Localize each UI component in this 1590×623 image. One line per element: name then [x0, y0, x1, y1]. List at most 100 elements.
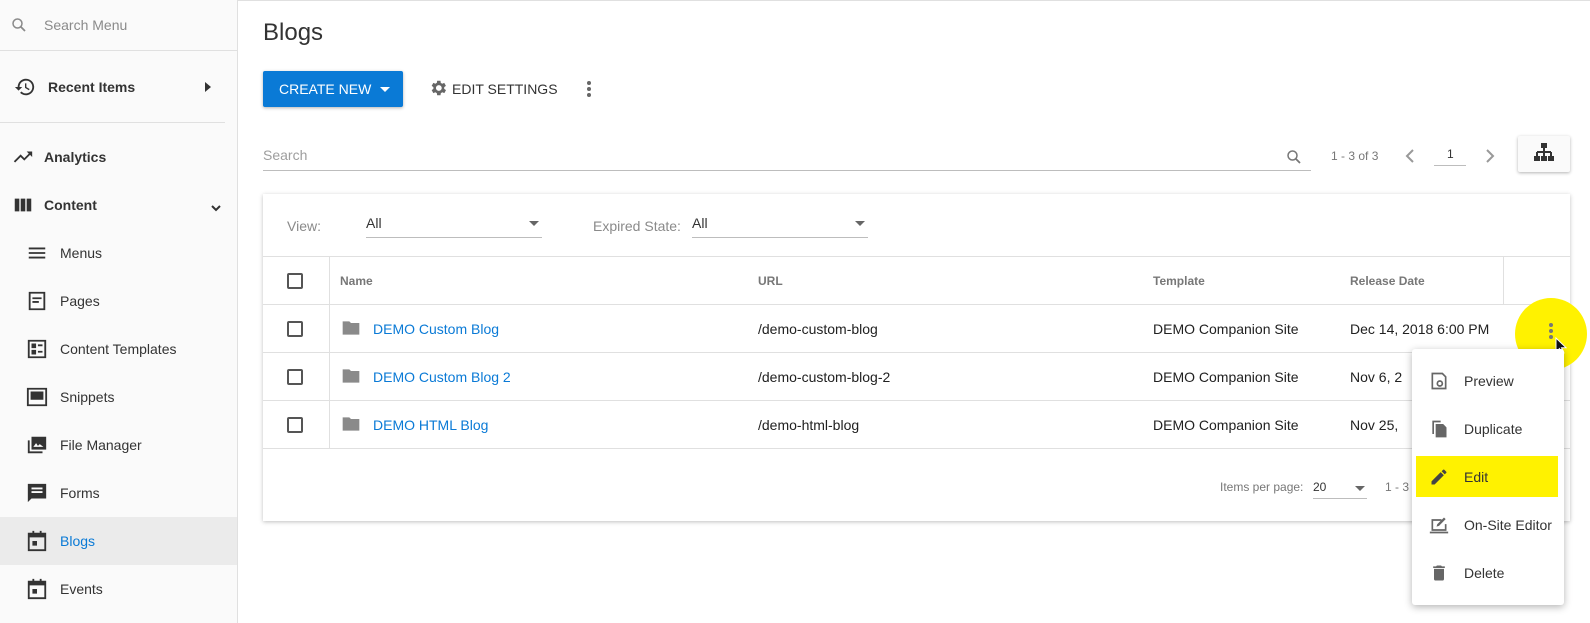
preview-icon — [1429, 371, 1449, 391]
blog-release-date: Dec 14, 2018 6:00 PM — [1350, 321, 1490, 337]
gear-icon — [428, 78, 448, 101]
chevron-down-icon — [211, 200, 221, 216]
blog-template: DEMO Companion Site — [1153, 321, 1299, 337]
sidebar-item-blogs[interactable]: Blogs — [0, 517, 237, 565]
search-input[interactable] — [263, 141, 1263, 169]
sidebar-item-label: Menus — [60, 245, 103, 261]
sidebar-item-content[interactable]: Content — [0, 181, 237, 229]
menu-item-on-site-editor[interactable]: On-Site Editor — [1412, 501, 1564, 549]
sidebar-item-events[interactable]: Events — [0, 565, 237, 613]
menu-item-duplicate[interactable]: Duplicate — [1412, 405, 1564, 453]
template-icon — [26, 338, 48, 360]
main-content: Blogs CREATE NEW EDIT SETTINGS 1 - 3 of … — [238, 0, 1590, 623]
blog-name-link[interactable]: DEMO Custom Blog 2 — [373, 369, 511, 385]
menu-item-label: Delete — [1464, 565, 1505, 581]
expired-state-value: All — [692, 215, 708, 231]
tree-view-button[interactable] — [1518, 136, 1570, 172]
caret-down-icon — [1355, 486, 1365, 491]
menu-item-delete[interactable]: Delete — [1412, 549, 1564, 597]
menu-item-label: Edit — [1464, 468, 1489, 485]
sidebar-item-pages[interactable]: Pages — [0, 277, 237, 325]
table-header: Name URL Template Release Date — [263, 257, 1570, 305]
menu-item-label: Preview — [1464, 373, 1514, 389]
pager-range: 1 - 3 of 3 — [1331, 149, 1379, 163]
items-per-page-label: Items per page: — [1220, 480, 1304, 494]
edit-settings-button[interactable]: EDIT SETTINGS — [428, 71, 558, 107]
blog-name-link[interactable]: DEMO Custom Blog — [373, 321, 499, 337]
sidebar-item-label: Analytics — [44, 149, 107, 165]
sidebar-item-label: Pages — [60, 293, 100, 309]
images-icon — [26, 434, 48, 456]
row-actions-menu: Preview Duplicate Edit On-Site Editor De… — [1412, 349, 1564, 605]
header-release-date[interactable]: Release Date — [1350, 274, 1425, 288]
menu-item-label: Duplicate — [1464, 421, 1523, 437]
row-checkbox[interactable] — [287, 321, 303, 337]
table-row[interactable]: DEMO Custom Blog 2 /demo-custom-blog-2 D… — [263, 353, 1570, 401]
menu-item-label: On-Site Editor — [1464, 517, 1552, 533]
sidebar-item-content-templates[interactable]: Content Templates — [0, 325, 237, 373]
select-all-checkbox[interactable] — [287, 273, 303, 289]
pencil-icon — [1429, 467, 1449, 487]
view-filter-value: All — [366, 215, 382, 231]
row-checkbox[interactable] — [287, 417, 303, 433]
sidebar-item-label: File Manager — [60, 437, 142, 453]
blog-release-date: Nov 25, — [1350, 417, 1399, 433]
items-per-page-select[interactable]: 20 — [1313, 475, 1367, 499]
blog-url: /demo-custom-blog — [758, 321, 878, 337]
search-icon[interactable] — [1285, 148, 1303, 171]
calendar-icon — [26, 578, 48, 600]
expired-state-label: Expired State: — [593, 218, 681, 234]
menu-icon — [26, 242, 48, 264]
blog-template: DEMO Companion Site — [1153, 369, 1299, 385]
caret-right-icon — [205, 82, 211, 92]
sidebar-item-label: Content Templates — [60, 341, 177, 357]
edit-settings-label: EDIT SETTINGS — [452, 81, 558, 97]
sidebar-item-analytics[interactable]: Analytics — [0, 133, 237, 181]
create-new-button[interactable]: CREATE NEW — [263, 71, 403, 107]
caret-down-icon — [380, 86, 391, 92]
sidebar-item-label: Snippets — [60, 389, 115, 405]
blog-url: /demo-custom-blog-2 — [758, 369, 891, 385]
more-options-icon[interactable] — [583, 79, 595, 99]
folder-icon — [341, 319, 361, 340]
search-icon — [10, 16, 28, 34]
blog-name-link[interactable]: DEMO HTML Blog — [373, 417, 488, 433]
items-per-page-value: 20 — [1313, 480, 1327, 494]
row-actions-icon[interactable] — [1548, 320, 1554, 342]
table-row[interactable]: DEMO Custom Blog /demo-custom-blog DEMO … — [263, 305, 1570, 353]
caret-down-icon — [529, 221, 539, 226]
sidebar-item-label: Forms — [60, 485, 100, 501]
header-url[interactable]: URL — [758, 274, 783, 288]
snippet-icon — [26, 386, 48, 408]
menu-item-edit[interactable]: Edit — [1416, 456, 1558, 497]
blogs-table-card: View: All Expired State: All Name URL Te… — [263, 194, 1570, 521]
page-number-input[interactable]: 1 — [1434, 147, 1467, 166]
sidebar-item-menus[interactable]: Menus — [0, 229, 237, 277]
header-template[interactable]: Template — [1153, 274, 1205, 288]
filter-bar: View: All Expired State: All — [263, 194, 1570, 257]
search-menu-input[interactable] — [44, 17, 224, 33]
view-filter-select[interactable]: All — [366, 212, 542, 238]
folder-icon — [341, 367, 361, 388]
caret-down-icon — [855, 221, 865, 226]
recent-items-label: Recent Items — [48, 78, 136, 95]
blog-template: DEMO Companion Site — [1153, 417, 1299, 433]
history-icon — [14, 76, 36, 98]
sidebar-item-snippets[interactable]: Snippets — [0, 373, 237, 421]
row-checkbox[interactable] — [287, 369, 303, 385]
sidebar-item-forms[interactable]: Forms — [0, 469, 237, 517]
blog-url: /demo-html-blog — [758, 417, 860, 433]
calendar-icon — [26, 530, 48, 552]
folder-icon — [341, 415, 361, 436]
sidebar-item-file-manager[interactable]: File Manager — [0, 421, 237, 469]
expired-state-select[interactable]: All — [692, 212, 868, 238]
table-row[interactable]: DEMO HTML Blog /demo-html-blog DEMO Comp… — [263, 401, 1570, 449]
chat-icon — [26, 482, 48, 504]
recent-items[interactable]: Recent Items — [0, 51, 225, 123]
page-icon — [26, 290, 48, 312]
search-bar — [263, 141, 1311, 171]
chevron-left-icon[interactable] — [1400, 146, 1420, 166]
chevron-right-icon[interactable] — [1480, 146, 1500, 166]
header-name[interactable]: Name — [340, 274, 373, 288]
menu-item-preview[interactable]: Preview — [1412, 357, 1564, 405]
